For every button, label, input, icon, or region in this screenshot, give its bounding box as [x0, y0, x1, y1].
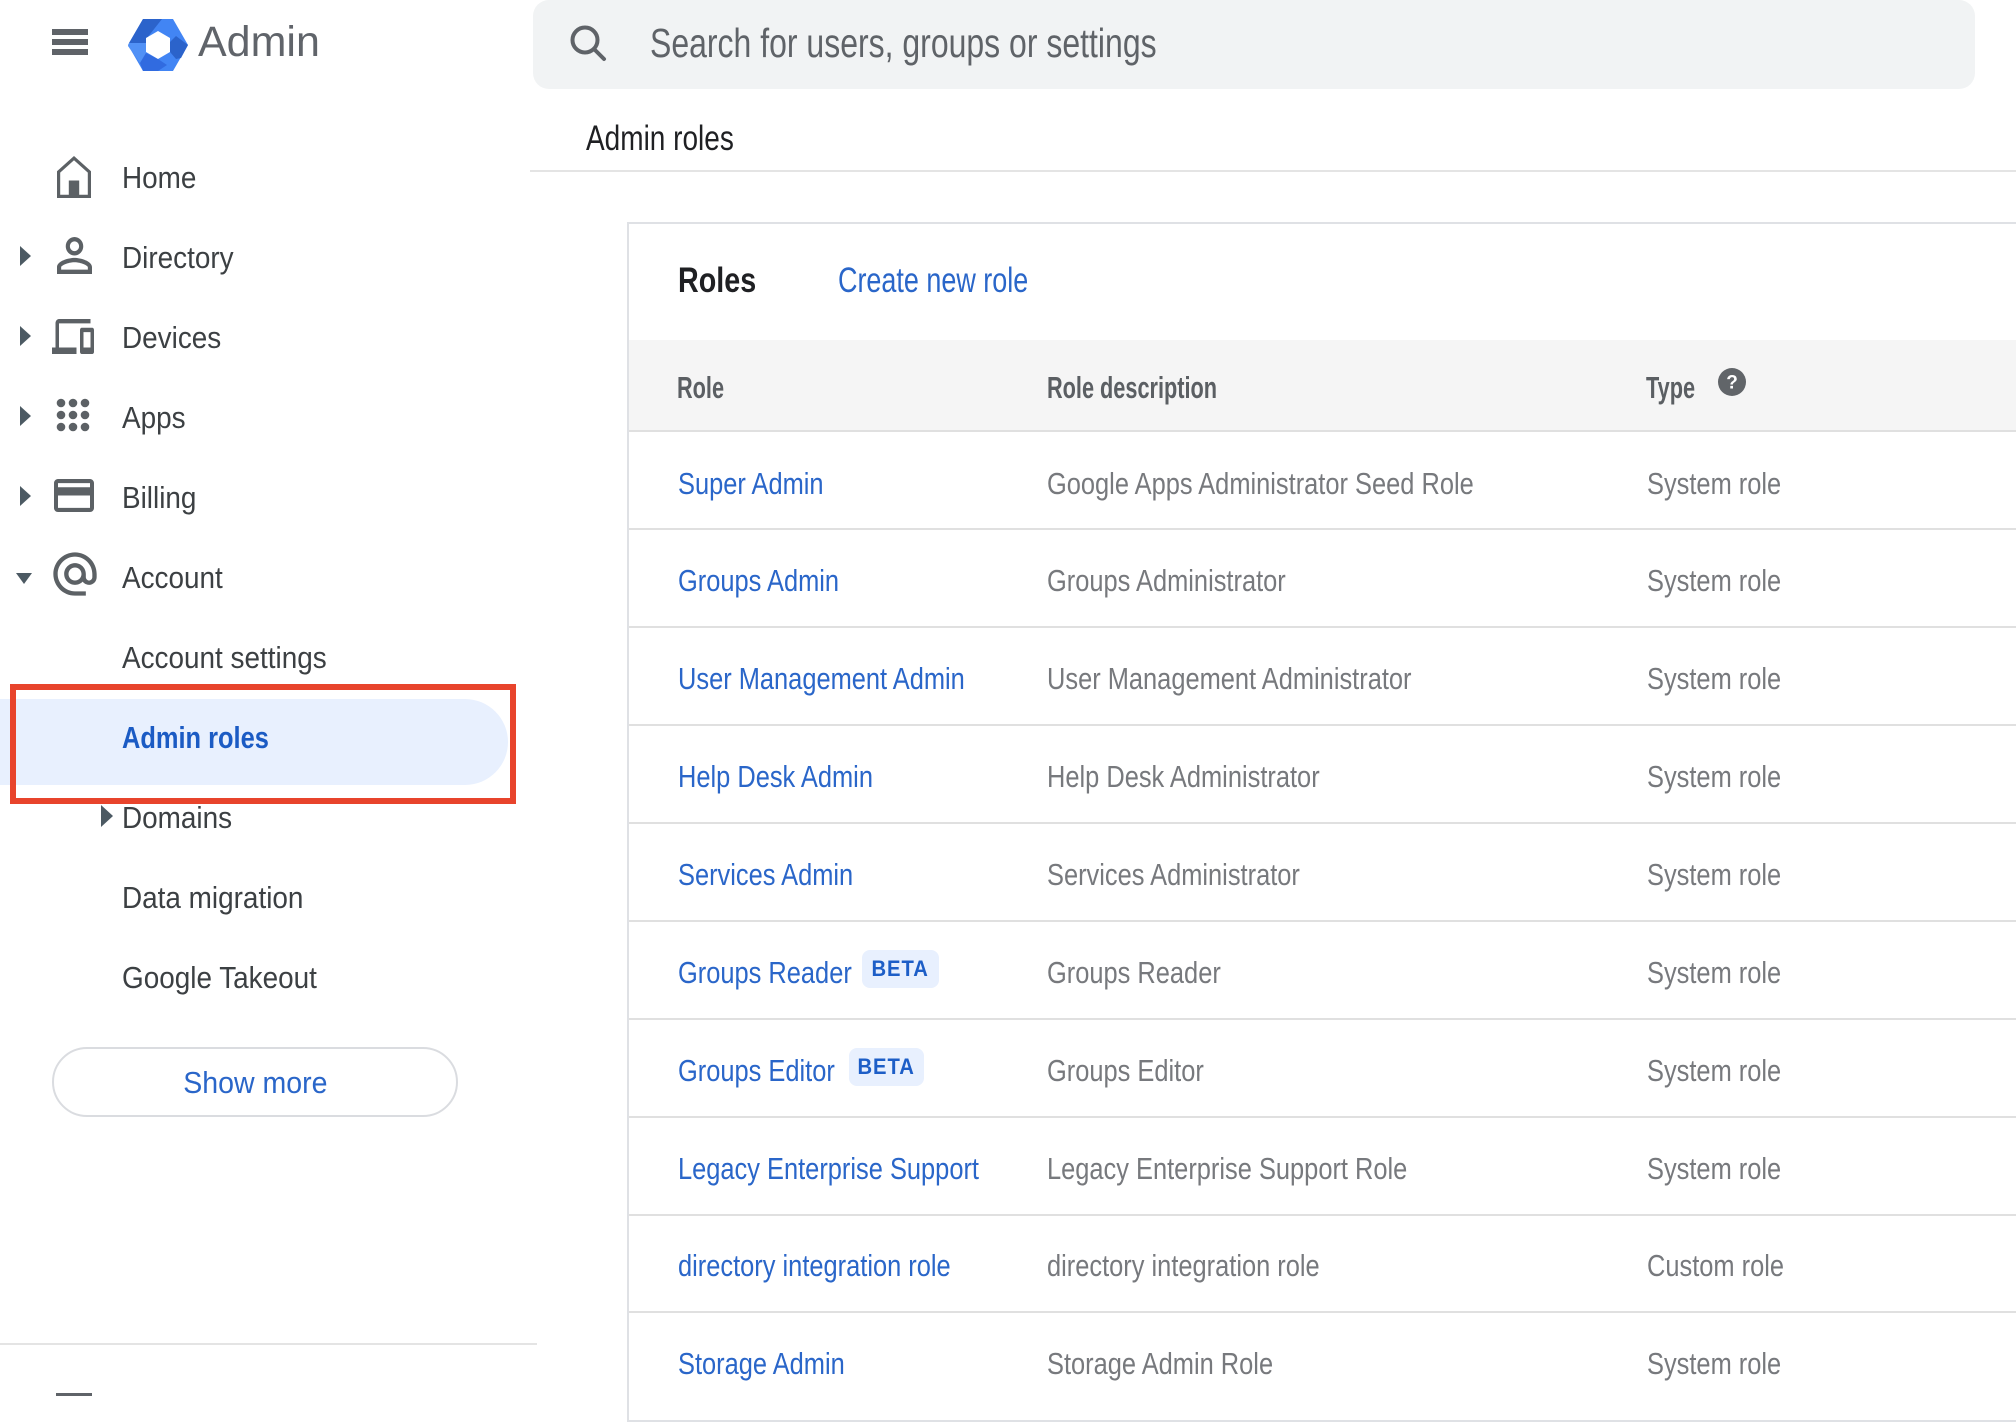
svg-text:?: ? [1726, 373, 1738, 394]
